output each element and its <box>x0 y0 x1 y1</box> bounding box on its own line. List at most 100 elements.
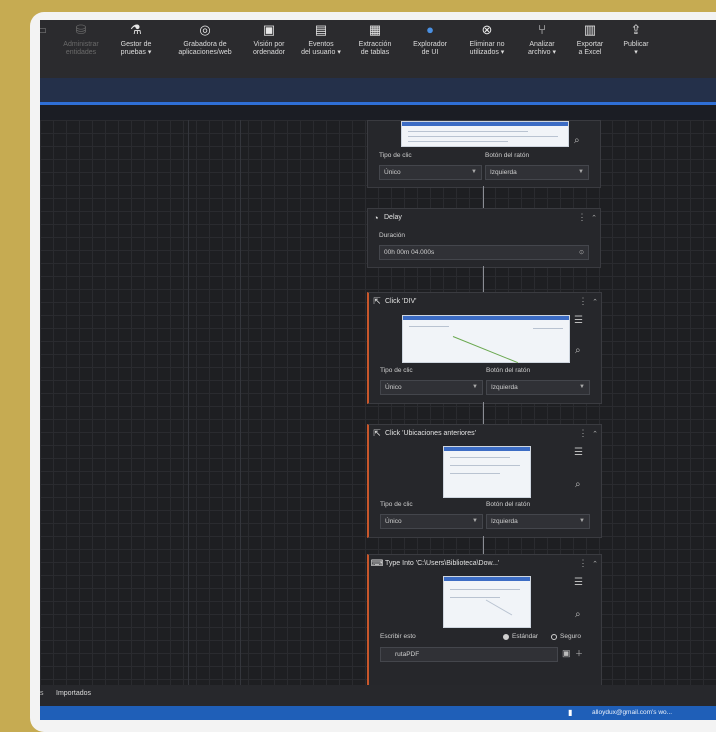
screenshot-thumbnail <box>402 315 570 364</box>
screenshot-thumbnail <box>443 576 531 628</box>
zoom-icon[interactable]: ⌕ <box>575 345 581 356</box>
database-icon: ⛁ <box>75 22 87 37</box>
activity-click-previous-locations[interactable]: ⇱ Click 'Ubicaciones anteriores' ⋮ ⌃ ☰ ⌕… <box>367 424 602 538</box>
ribbon-item-cut-off: ▭ <box>40 22 48 41</box>
activity-title: Delay <box>384 214 402 221</box>
menu-icon[interactable]: ☰ <box>574 447 583 458</box>
more-options-icon[interactable]: ⋮ <box>577 296 589 307</box>
plus-icon[interactable]: ＋ <box>575 648 583 659</box>
ribbon-manage-entities: ⛁ Administrar entidades <box>63 22 99 56</box>
collapse-icon[interactable]: ⌃ <box>589 298 601 306</box>
text-value-input[interactable]: rutaPDF <box>380 647 558 662</box>
activity-click-1[interactable]: ⌕ Tipo de clic Botón del ratón Único ▼ Iz… <box>367 120 601 188</box>
excel-icon: ▥ <box>583 22 597 37</box>
radio-standard-label: Estándar <box>512 633 539 640</box>
click-type-select[interactable]: Único ▼ <box>380 380 483 395</box>
menu-icon[interactable]: ☰ <box>574 315 583 326</box>
studio-window: ▭ ⛁ Administrar entidades ⚗ Gestor de prue… <box>40 20 716 720</box>
mouse-button-label: Botón del ratón <box>485 152 530 159</box>
collapse-icon[interactable]: ⌃ <box>589 560 601 568</box>
more-options-icon[interactable]: ⋮ <box>577 428 589 439</box>
collapse-icon[interactable]: ⌃ <box>588 214 600 222</box>
folder-icon[interactable]: ▣ <box>562 648 571 659</box>
tab-imported[interactable]: Importados <box>56 690 91 697</box>
zoom-icon[interactable]: ⌕ <box>575 609 581 620</box>
menu-icon[interactable]: ☰ <box>574 577 583 588</box>
activity-click-div[interactable]: ⇱ Click 'DIV' ⋮ ⌃ ☰ ⌕ Tipo de clic Botón… <box>367 292 602 404</box>
mouse-button-label: Botón del ratón <box>486 501 531 508</box>
radio-secure[interactable] <box>551 634 557 640</box>
ribbon-remove-unused[interactable]: ⊗ Eliminar no utilizados ▾ <box>460 22 514 57</box>
duration-label: Duración <box>379 232 406 239</box>
activity-header: ◔ Delay ⋮ ⌃ <box>368 209 600 226</box>
ribbon-app-web-recorder[interactable]: ◎ Grabadora de aplicaciones/web <box>170 22 240 57</box>
zoom-icon[interactable]: ⌕ <box>574 135 580 146</box>
ribbon-computer-vision[interactable]: ▣ Visión por ordenador <box>244 22 294 57</box>
screenshot-thumbnail <box>401 121 569 147</box>
more-options-icon[interactable]: ⋮ <box>577 558 589 569</box>
activity-title: Click 'DIV' <box>385 298 417 305</box>
click-type-label: Tipo de clic <box>379 152 412 159</box>
click-icon: ⇱ <box>373 428 381 438</box>
bottom-panel-tabs: s Importados <box>40 685 716 706</box>
chevron-down-icon: ▼ <box>472 384 478 390</box>
radio-standard[interactable] <box>503 634 509 640</box>
tab-prefix: s <box>40 690 44 697</box>
connector-line <box>483 266 484 292</box>
ribbon-export-excel[interactable]: ▥ Exportar a Excel <box>570 22 610 57</box>
click-type-select[interactable]: Único ▼ <box>380 514 483 529</box>
activity-header: ⇱ Click 'Ubicaciones anteriores' ⋮ ⌃ <box>369 425 601 442</box>
zoom-icon[interactable]: ⌕ <box>575 479 581 490</box>
stepper-icon[interactable]: ⊙ <box>579 249 584 256</box>
click-icon: ⇱ <box>373 296 381 306</box>
camera-icon: ▣ <box>262 22 276 37</box>
table-icon: ▦ <box>368 22 382 37</box>
collapse-icon[interactable]: ⌃ <box>589 430 601 438</box>
mouse-button-select[interactable]: Izquierda ▼ <box>486 514 590 529</box>
activity-type-into[interactable]: ⌨ Type Into 'C:\Users\Biblioteca\Dow...'… <box>367 554 602 687</box>
event-icon: ▤ <box>314 22 328 37</box>
connector-line <box>483 186 484 208</box>
click-type-label: Tipo de clic <box>380 367 413 374</box>
mouse-button-label: Botón del ratón <box>486 367 531 374</box>
activity-header: ⇱ Click 'DIV' ⋮ ⌃ <box>369 293 601 310</box>
ribbon-toolbar: ▭ ⛁ Administrar entidades ⚗ Gestor de prue… <box>40 20 716 78</box>
connector-line <box>483 402 484 424</box>
record-icon: ◎ <box>199 22 211 37</box>
upload-icon: ⇪ <box>630 22 642 37</box>
ribbon-publish[interactable]: ⇪ Publicar ▾ <box>616 22 656 57</box>
chevron-down-icon: ▼ <box>472 518 478 524</box>
click-type-label: Tipo de clic <box>380 501 413 508</box>
more-options-icon[interactable]: ⋮ <box>576 212 588 223</box>
chevron-down-icon: ▼ <box>471 169 477 175</box>
activity-title: Click 'Ubicaciones anteriores' <box>385 430 476 437</box>
connector-line <box>483 536 484 554</box>
chevron-down-icon: ▼ <box>579 518 585 524</box>
column-divider <box>240 120 241 685</box>
activity-delay[interactable]: ◔ Delay ⋮ ⌃ Duración 00h 00m 04.000s ⊙ <box>367 208 601 268</box>
ribbon-table-extraction[interactable]: ▦ Extracción de tablas <box>350 22 400 57</box>
radio-secure-label: Seguro <box>560 633 581 640</box>
ribbon-user-events[interactable]: ▤ Eventos del usuario ▾ <box>296 22 346 57</box>
ribbon-test-manager[interactable]: ⚗ Gestor de pruebas ▾ <box>112 22 160 57</box>
flask-icon: ⚗ <box>130 22 142 37</box>
activity-header: ⌨ Type Into 'C:\Users\Biblioteca\Dow...'… <box>369 555 601 572</box>
chevron-down-icon: ▼ <box>578 169 584 175</box>
click-type-select[interactable]: Único ▼ <box>379 165 482 180</box>
partial-icon: ▭ <box>40 22 48 37</box>
type-text-label: Escribir esto <box>380 633 416 640</box>
activity-title: Type Into 'C:\Users\Biblioteca\Dow...' <box>385 560 500 567</box>
remove-icon: ⊗ <box>481 22 493 37</box>
duration-input[interactable]: 00h 00m 04.000s ⊙ <box>379 245 589 260</box>
ribbon-analyze-file[interactable]: ⑂ Analizar archivo ▾ <box>520 22 564 57</box>
mouse-button-select[interactable]: Izquierda ▼ <box>486 380 590 395</box>
user-account-label[interactable]: alloydux@gmail.com's wo... <box>592 709 672 716</box>
chevron-down-icon: ▼ <box>579 384 585 390</box>
analyze-icon: ⑂ <box>538 22 546 37</box>
designer-header-bar <box>40 78 716 102</box>
mouse-button-select[interactable]: Izquierda ▼ <box>485 165 589 180</box>
ribbon-ui-explorer[interactable]: ● Explorador de UI <box>406 22 454 57</box>
status-bar: ▮ alloydux@gmail.com's wo... <box>40 706 716 720</box>
screenshot-thumbnail <box>443 446 531 498</box>
breadcrumb-bar <box>40 105 716 120</box>
